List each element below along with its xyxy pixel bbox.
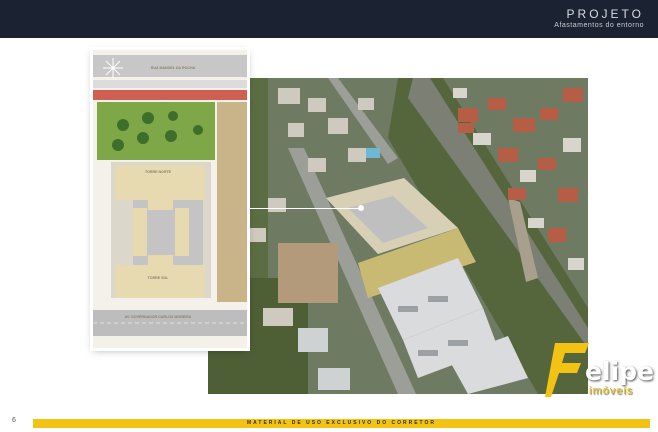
logo-word: elipe [585, 357, 654, 386]
header-bar: PROJETO Afastamentos do entorno [0, 0, 658, 38]
header-subtitle: Afastamentos do entorno [554, 22, 644, 29]
tower-north-label: TORRE NORTE [144, 170, 172, 174]
footer-text: MATERIAL DE USO EXCLUSIVO DO CORRETOR [246, 420, 436, 426]
tower-south-label: TORRE SUL [147, 276, 169, 280]
felipe-imoveis-logo: elipe imóveis [545, 343, 654, 399]
street-top-label: RUA MANOEL DA ROCHA [150, 66, 196, 70]
logo-f-icon [545, 343, 589, 397]
site-marker-dot [358, 205, 364, 211]
site-plan: RUA MANOEL DA ROCHA TORRE NORTE TORRE SU… [93, 50, 247, 348]
page-number: 6 [12, 417, 16, 424]
street-bottom-label: AV. GOVERNADOR CARLOS MOREIRA [124, 315, 192, 319]
logo-sub: imóveis [589, 385, 634, 397]
header-title: PROJETO [566, 7, 644, 21]
aerial-photo [208, 78, 588, 394]
site-connector-line [247, 208, 359, 209]
